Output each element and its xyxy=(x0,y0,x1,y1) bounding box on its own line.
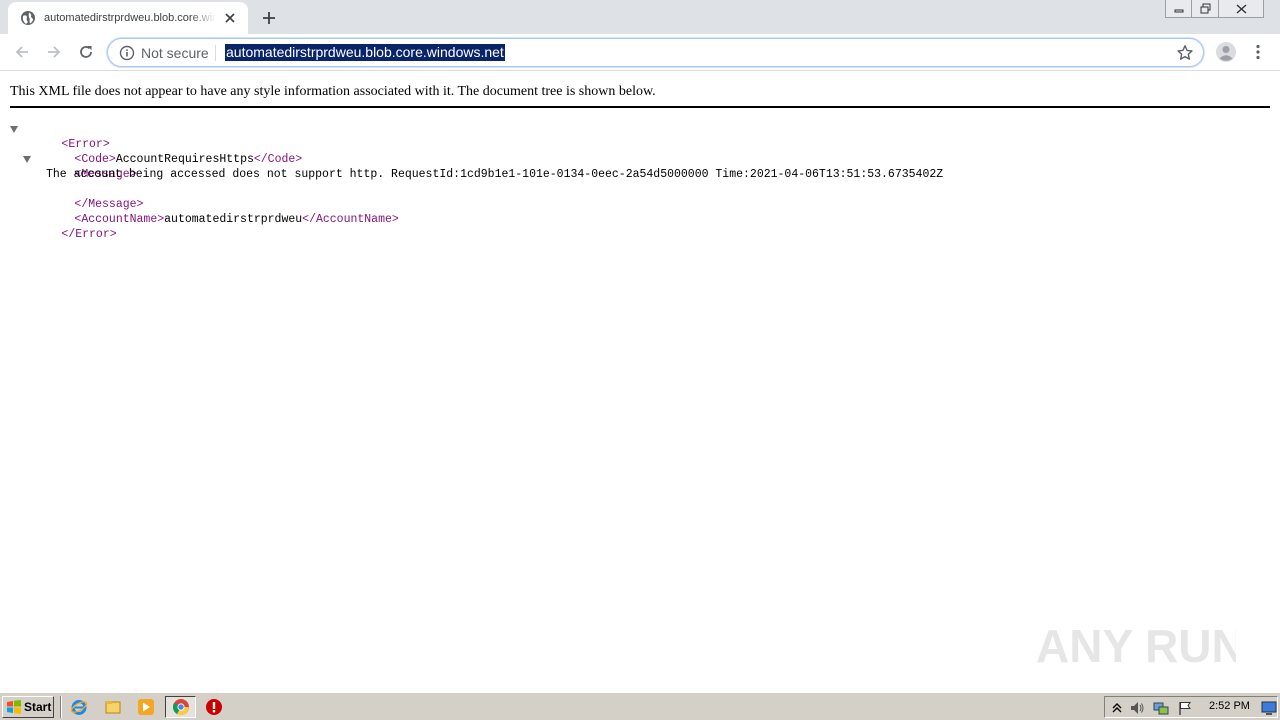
anyrun-watermark-logo: ANY RUN xyxy=(1036,620,1236,672)
xml-message-value: The account being accessed does not supp… xyxy=(46,168,944,181)
chevron-up-icon[interactable] xyxy=(1109,700,1125,716)
xml-info-banner: This XML file does not appear to have an… xyxy=(10,84,1270,108)
address-bar[interactable]: Not secure automatedirstrprdweu.blob.cor… xyxy=(107,38,1204,67)
network-icon[interactable] xyxy=(1153,700,1169,716)
flag-icon[interactable] xyxy=(1177,700,1193,716)
new-tab-button[interactable] xyxy=(259,8,279,28)
url-text[interactable]: automatedirstrprdweu.blob.core.windows.n… xyxy=(225,44,505,61)
collapse-triangle-icon[interactable] xyxy=(10,126,18,133)
speaker-icon[interactable] xyxy=(1129,700,1145,716)
minimize-icon xyxy=(1174,9,1183,12)
xml-node-message[interactable]: <Message> xyxy=(10,152,943,181)
start-button[interactable]: Start xyxy=(2,696,54,718)
svg-text:ANY RUN: ANY RUN xyxy=(1036,620,1236,672)
windows-logo-icon xyxy=(7,700,21,714)
show-desktop-icon[interactable] xyxy=(1261,700,1277,716)
reload-button[interactable] xyxy=(74,40,98,64)
taskbar: Start 2:52 PM xyxy=(0,692,1280,720)
media-player-icon[interactable] xyxy=(137,698,155,716)
restore-icon xyxy=(1200,3,1210,14)
ie-icon[interactable] xyxy=(70,698,88,716)
globe-icon xyxy=(21,11,35,25)
profile-avatar-icon[interactable] xyxy=(1215,41,1237,63)
page-content: This XML file does not appear to have an… xyxy=(0,72,1280,692)
close-window-button[interactable] xyxy=(1219,0,1264,18)
start-label: Start xyxy=(24,700,52,714)
xml-node-message-close: </Message> xyxy=(74,198,144,211)
plus-icon xyxy=(263,12,275,24)
system-tray: 2:52 PM xyxy=(1104,696,1278,718)
arrow-right-icon xyxy=(48,46,61,58)
taskbar-divider xyxy=(60,696,62,718)
reload-icon xyxy=(80,46,92,58)
xml-document-tree: <Error> <Code>AccountRequiresHttps</Code… xyxy=(10,122,944,241)
xml-node-error[interactable]: <Error> xyxy=(10,122,943,151)
close-icon xyxy=(1236,3,1246,14)
stop-icon[interactable] xyxy=(205,698,223,716)
tab-title: automatedirstrprdweu.blob.core.windows.n… xyxy=(44,12,216,24)
restore-button[interactable] xyxy=(1192,0,1219,18)
close-tab-icon[interactable] xyxy=(222,10,238,26)
xml-node-account-name: <AccountName>automatedirstrprdweu</Accou… xyxy=(74,213,399,226)
minimize-button[interactable] xyxy=(1165,0,1192,18)
more-vert-icon xyxy=(1256,44,1260,60)
taskbar-chrome-button[interactable] xyxy=(165,696,196,718)
back-button[interactable] xyxy=(10,40,34,64)
xml-node-code: <Code>AccountRequiresHttps</Code> xyxy=(74,153,303,166)
chrome-icon xyxy=(172,699,189,716)
tab-strip: automatedirstrprdweu.blob.core.windows.n… xyxy=(0,0,1280,34)
clock[interactable]: 2:52 PM xyxy=(1209,700,1250,712)
browser-tab[interactable]: automatedirstrprdweu.blob.core.windows.n… xyxy=(8,2,248,34)
explorer-icon[interactable] xyxy=(104,698,122,716)
browser-toolbar: Not secure automatedirstrprdweu.blob.cor… xyxy=(0,34,1280,71)
omnibox-divider xyxy=(215,45,216,61)
info-icon[interactable] xyxy=(119,45,135,61)
xml-node-error-close: </Error> xyxy=(61,228,117,241)
security-label[interactable]: Not secure xyxy=(141,45,209,61)
forward-button[interactable] xyxy=(42,40,66,64)
collapse-triangle-icon[interactable] xyxy=(23,156,31,163)
arrow-left-icon xyxy=(15,46,28,58)
menu-button[interactable] xyxy=(1250,41,1266,63)
window-controls xyxy=(1165,0,1264,20)
star-icon[interactable] xyxy=(1176,44,1194,62)
